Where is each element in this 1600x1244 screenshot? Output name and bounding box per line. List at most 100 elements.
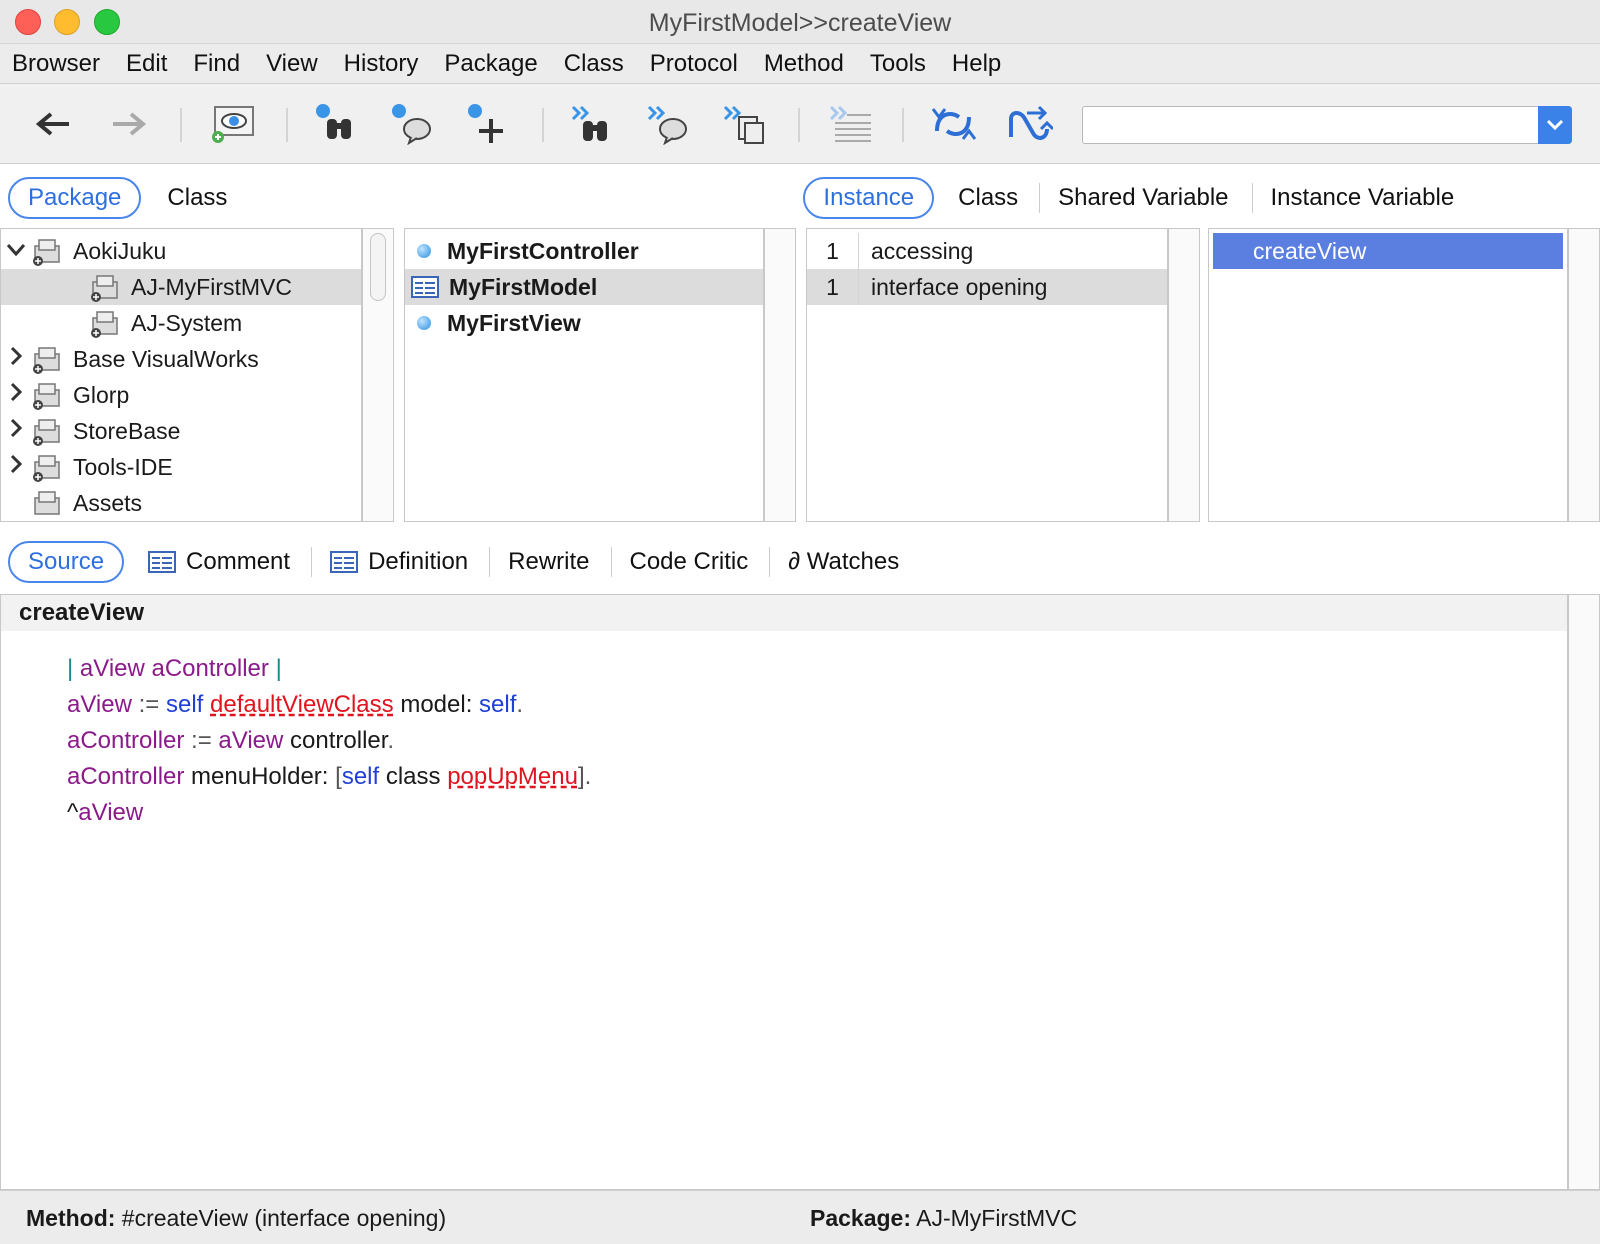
package-icon — [31, 416, 63, 446]
shuffle-icon — [1009, 105, 1053, 140]
tab-comment[interactable]: Comment — [138, 541, 313, 583]
package-label: AJ-System — [131, 309, 243, 336]
code-line-temps: | aView aController | — [67, 655, 282, 682]
package-label: Tools-IDE — [73, 453, 173, 480]
protocol-count: 1 — [807, 233, 859, 269]
chevron-right-icon[interactable] — [1, 346, 31, 372]
code-tabs-row: Source Comment Definition Rewrite Code C… — [0, 540, 1600, 584]
package-item-base-visualworks[interactable]: Base VisualWorks — [1, 341, 361, 377]
search-combo[interactable] — [1082, 106, 1572, 144]
code-line-4: aController menuHolder: [self class popU… — [67, 763, 592, 790]
code-scrollbar[interactable] — [1568, 594, 1600, 1190]
menu-method[interactable]: Method — [764, 50, 844, 78]
package-scrollbar[interactable] — [362, 228, 394, 522]
search-input[interactable] — [1089, 108, 1529, 142]
inspect-button[interactable] — [204, 98, 262, 150]
comment-form-icon — [148, 551, 177, 573]
method-header: createView — [1, 595, 1567, 631]
method-scrollbar[interactable] — [1568, 228, 1600, 522]
find-next-class-button[interactable] — [564, 98, 622, 150]
class-item-myfirstview[interactable]: MyFirstView — [405, 305, 763, 341]
code-editor[interactable]: createView | aView aController | aView :… — [0, 594, 1568, 1190]
forward-button[interactable] — [100, 98, 158, 150]
scrollbar-thumb[interactable] — [370, 233, 386, 301]
chevron-right-icon[interactable] — [1, 382, 31, 408]
package-item-assets[interactable]: Assets — [1, 485, 361, 521]
definition-form-icon — [330, 551, 359, 573]
code-line-3: aController := aView controller. — [67, 727, 395, 754]
sync-button[interactable] — [924, 98, 982, 150]
menu-find[interactable]: Find — [193, 50, 240, 78]
protocol-scrollbar[interactable] — [1168, 228, 1200, 522]
tab-watches[interactable]: ∂ Watches — [770, 541, 917, 583]
tab-rewrite[interactable]: Rewrite — [490, 541, 612, 583]
toolbar-separator — [798, 108, 800, 142]
package-item-glorp[interactable]: Glorp — [1, 377, 361, 413]
package-item-aokijuku[interactable]: AokiJuku — [1, 233, 361, 269]
protocol-label: accessing — [871, 237, 974, 264]
class-item-myfirstcontroller[interactable]: MyFirstController — [405, 233, 763, 269]
menu-browser[interactable]: Browser — [12, 50, 100, 78]
title-bar: MyFirstModel>>createView — [0, 0, 1600, 44]
shuffle-button[interactable] — [1000, 98, 1058, 150]
search-dropdown-button[interactable] — [1538, 106, 1572, 144]
class-item-myfirstmodel[interactable]: MyFirstModel — [405, 269, 763, 305]
format-button[interactable] — [822, 98, 880, 150]
menu-help[interactable]: Help — [952, 50, 1001, 78]
toolbar-separator — [542, 108, 544, 142]
add-icon — [468, 104, 503, 143]
package-list[interactable]: AokiJuku AJ-MyFirstMVC AJ-System Base Vi… — [0, 228, 362, 522]
package-label: Assets — [73, 489, 143, 516]
tab-instance-variable[interactable]: Instance Variable — [1253, 177, 1473, 219]
find-method-button[interactable] — [384, 98, 442, 150]
package-label: Glorp — [73, 381, 130, 408]
tab-package[interactable]: Package — [8, 177, 142, 219]
chevron-right-icon[interactable] — [1, 454, 31, 480]
find-next-copy-button[interactable] — [716, 98, 774, 150]
browser-tabs-row: Package Class Instance Class Shared Vari… — [0, 176, 1600, 220]
format-lines-icon — [829, 105, 871, 142]
class-scrollbar[interactable] — [764, 228, 796, 522]
chevron-right-icon[interactable] — [1, 418, 31, 444]
protocol-item-accessing[interactable]: 1 accessing — [807, 233, 1167, 269]
menu-history[interactable]: History — [344, 50, 419, 78]
tab-code-critic[interactable]: Code Critic — [612, 541, 771, 583]
tab-shared-variable[interactable]: Shared Variable — [1040, 177, 1253, 219]
menu-edit[interactable]: Edit — [126, 50, 167, 78]
chevron-down-icon[interactable] — [1, 240, 31, 263]
protocol-list[interactable]: 1 accessing 1 interface opening — [806, 228, 1168, 522]
menu-tools[interactable]: Tools — [870, 50, 926, 78]
package-item-storebase[interactable]: StoreBase — [1, 413, 361, 449]
protocol-count: 1 — [807, 269, 859, 305]
package-item-aj-myfirstmvc[interactable]: AJ-MyFirstMVC — [1, 269, 361, 305]
find-next-class-icon — [571, 105, 607, 141]
tab-class[interactable]: Class — [149, 177, 245, 219]
toolbar-separator — [180, 108, 182, 142]
tab-source[interactable]: Source — [8, 541, 125, 583]
toolbar — [0, 84, 1600, 164]
package-label: AokiJuku — [73, 237, 167, 264]
class-list[interactable]: MyFirstController MyFirstModel MyFirstVi… — [404, 228, 764, 522]
package-label: AJ-MyFirstMVC — [131, 273, 292, 300]
find-next-method-button[interactable] — [640, 98, 698, 150]
tab-instance[interactable]: Instance — [803, 177, 935, 219]
class-label: MyFirstController — [447, 237, 639, 264]
tab-definition[interactable]: Definition — [312, 541, 491, 583]
protocol-item-interface-opening[interactable]: 1 interface opening — [807, 269, 1167, 305]
package-item-tools-ide[interactable]: Tools-IDE — [1, 449, 361, 485]
menu-package[interactable]: Package — [444, 50, 537, 78]
find-class-button[interactable] — [308, 98, 366, 150]
package-icon — [89, 272, 121, 302]
find-next-copy-icon — [723, 105, 764, 144]
find-class-binoculars-icon — [316, 104, 351, 139]
method-item-createview[interactable]: createView — [1213, 233, 1563, 269]
tab-definition-label: Definition — [368, 548, 469, 575]
add-button[interactable] — [460, 98, 518, 150]
menu-protocol[interactable]: Protocol — [650, 50, 738, 78]
package-item-aj-system[interactable]: AJ-System — [1, 305, 361, 341]
menu-class[interactable]: Class — [564, 50, 624, 78]
menu-view[interactable]: View — [266, 50, 318, 78]
back-button[interactable] — [24, 98, 82, 150]
method-list[interactable]: createView — [1208, 228, 1568, 522]
tab-class-side[interactable]: Class — [940, 177, 1041, 219]
